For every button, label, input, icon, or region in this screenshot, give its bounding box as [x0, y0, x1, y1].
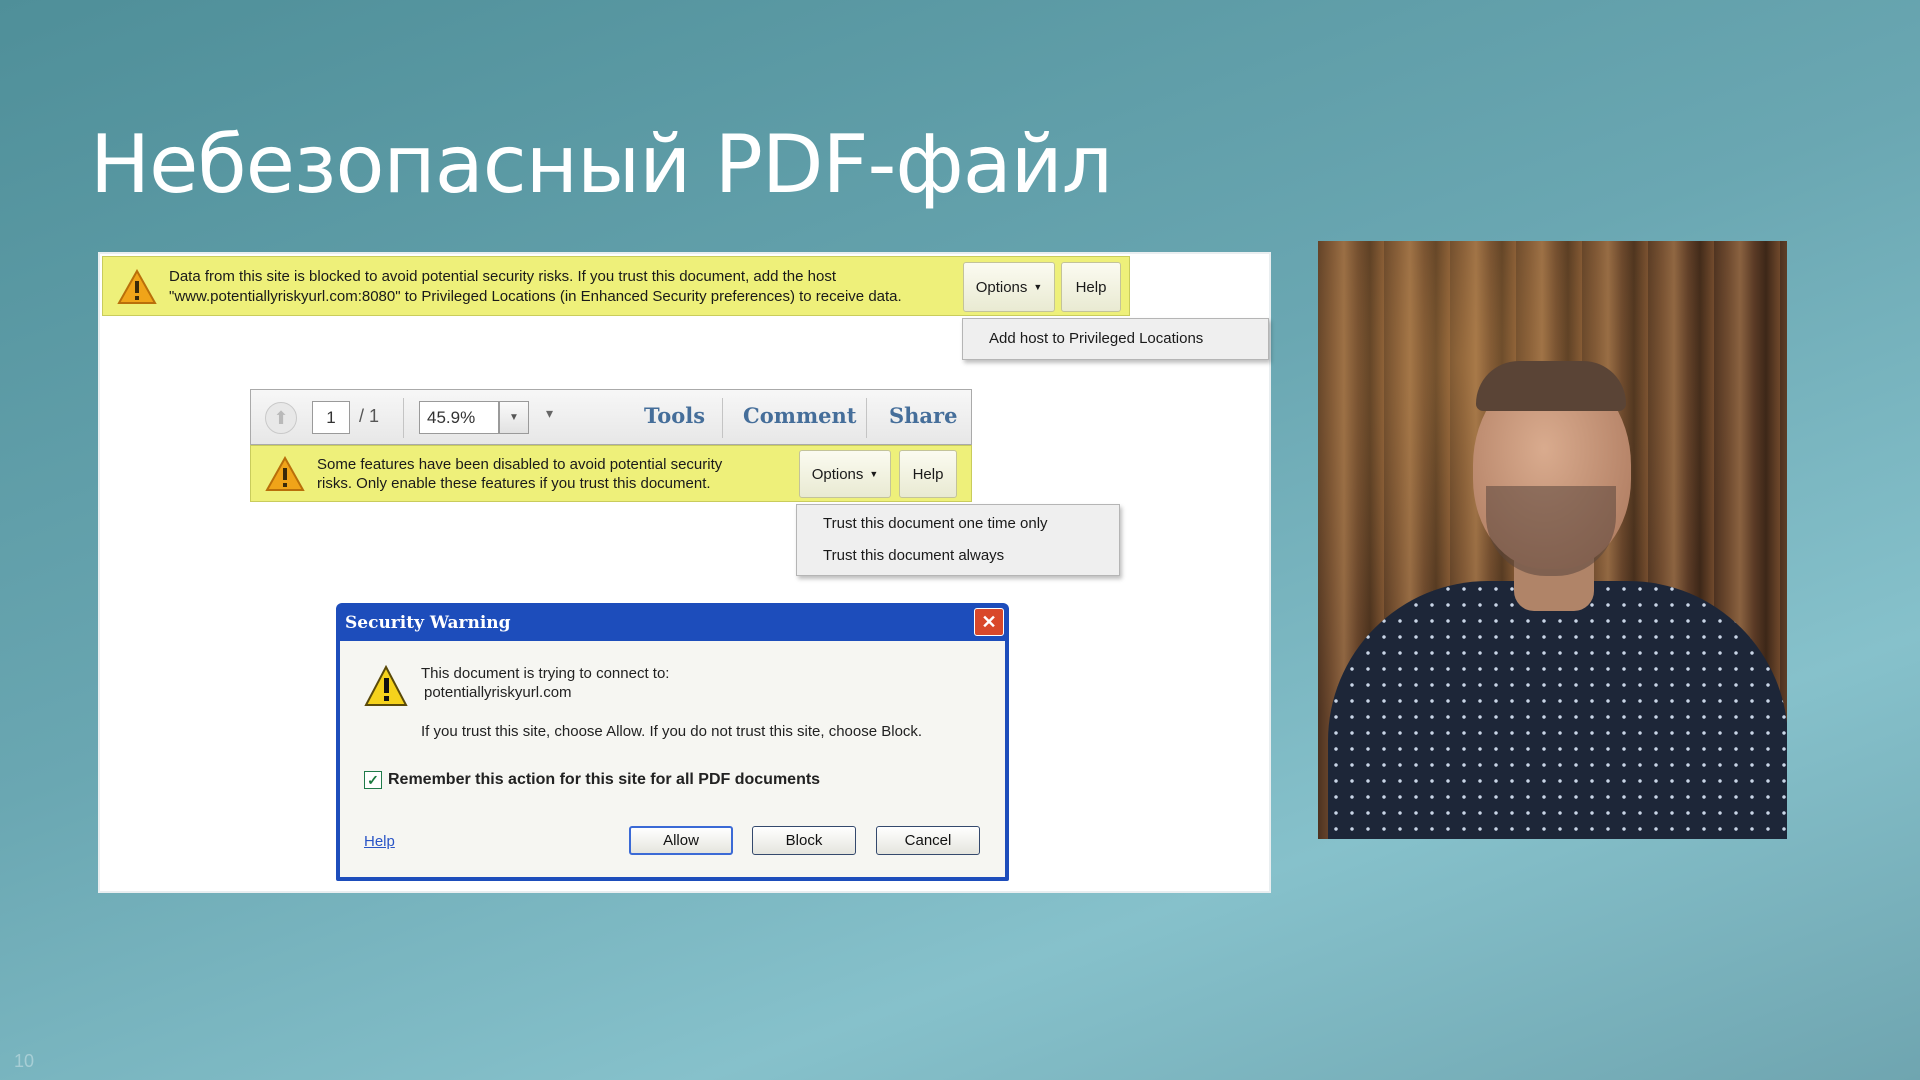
help-button-features-label: Help: [912, 465, 944, 483]
close-icon[interactable]: ✕: [974, 608, 1004, 636]
help-button-top[interactable]: Help: [1061, 262, 1121, 312]
allow-button[interactable]: Allow: [629, 826, 733, 855]
options-button-top-label: Options: [975, 278, 1028, 296]
zoom-input[interactable]: 45.9%: [419, 401, 499, 434]
options-button-features[interactable]: Options ▼: [799, 450, 891, 498]
options-button-top[interactable]: Options ▼: [963, 262, 1055, 312]
up-arrow-icon[interactable]: ⬆: [265, 402, 297, 434]
warning-icon: [364, 665, 408, 706]
dialog-message-instruction: If you trust this site, choose Allow. If…: [421, 723, 923, 740]
security-warning-dialog: Security Warning ✕ This document is tryi…: [336, 603, 1009, 881]
security-bar-features-line1: Some features have been disabled to avoi…: [317, 456, 723, 473]
toolbar-overflow-icon[interactable]: ▾: [546, 405, 553, 422]
security-bar-top: Data from this site is blocked to avoid …: [102, 256, 1130, 316]
presenter-hair: [1476, 361, 1626, 411]
pdf-toolbar: ⬆ 1 / 1 45.9% ▼ ▾ Tools Comment Share: [250, 389, 972, 445]
security-bar-features-line2: risks. Only enable these features if you…: [317, 475, 711, 492]
help-button-features[interactable]: Help: [899, 450, 957, 498]
warning-icon: [265, 456, 305, 491]
slide-title: Небезопасный PDF-файл: [90, 118, 1113, 211]
share-link[interactable]: Share: [889, 403, 957, 428]
menu-item-trust-once[interactable]: Trust this document one time only: [823, 515, 1048, 532]
pdf-screenshot-panel: Data from this site is blocked to avoid …: [98, 252, 1271, 893]
chevron-down-icon: ▼: [509, 412, 519, 423]
options-button-features-label: Options: [811, 465, 864, 483]
dialog-title: Security Warning: [345, 613, 511, 633]
cancel-button[interactable]: Cancel: [876, 826, 980, 855]
page-number-input[interactable]: 1: [312, 401, 350, 434]
remember-checkbox[interactable]: ✓: [364, 771, 382, 789]
remember-checkbox-label[interactable]: Remember this action for this site for a…: [388, 771, 820, 789]
toolbar-separator: [722, 398, 723, 438]
chevron-down-icon: ▼: [1033, 282, 1043, 292]
page-total: / 1: [359, 406, 380, 426]
dialog-body: This document is trying to connect to: p…: [340, 641, 1005, 877]
toolbar-separator: [866, 398, 867, 438]
dialog-message-url: potentiallyriskyurl.com: [424, 684, 572, 701]
chevron-down-icon: ▼: [869, 469, 879, 479]
menu-item-add-host[interactable]: Add host to Privileged Locations: [989, 330, 1203, 347]
zoom-dropdown-button[interactable]: ▼: [499, 401, 529, 434]
dialog-help-link[interactable]: Help: [364, 833, 395, 850]
tools-link[interactable]: Tools: [644, 403, 705, 428]
security-bar-top-line1: Data from this site is blocked to avoid …: [169, 268, 836, 285]
dialog-message-line1: This document is trying to connect to:: [421, 665, 670, 682]
warning-icon: [117, 269, 157, 304]
security-bar-top-line2: "www.potentiallyriskyurl.com:8080" to Pr…: [169, 288, 902, 305]
options-menu-top: Add host to Privileged Locations: [962, 318, 1269, 360]
security-bar-features: Some features have been disabled to avoi…: [250, 445, 972, 502]
help-button-top-label: Help: [1075, 278, 1107, 296]
options-menu-features: Trust this document one time only Trust …: [796, 504, 1120, 576]
slide-number: 10: [14, 1051, 35, 1071]
presenter-video: [1318, 241, 1787, 839]
toolbar-separator: [403, 398, 404, 438]
menu-item-trust-always[interactable]: Trust this document always: [823, 547, 1004, 564]
comment-link[interactable]: Comment: [743, 403, 857, 428]
block-button[interactable]: Block: [752, 826, 856, 855]
presenter-body: [1328, 581, 1787, 839]
